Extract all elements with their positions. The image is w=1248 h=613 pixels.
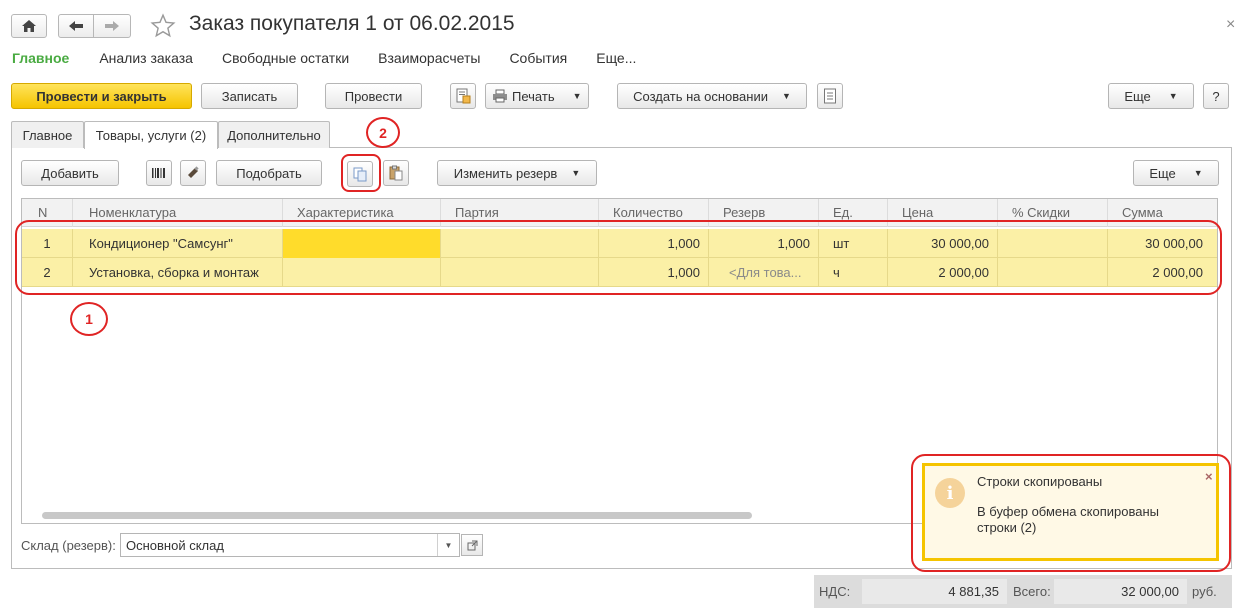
open-link-icon [467,540,477,550]
warehouse-label: Склад (резерв): [21,538,116,553]
vat-value: 4 881,35 [862,579,1007,604]
grid-more-label: Еще [1149,165,1176,181]
document-report-icon [456,88,471,104]
add-row-label: Добавить [41,165,99,181]
paste-rows-button[interactable] [383,160,409,186]
section-nav: Главное Анализ заказа Свободные остатки … [12,50,665,66]
tab-main-label: Главное [22,127,73,143]
document-structure-button[interactable] [817,83,843,109]
total-label: Всего: [1013,584,1051,599]
arrow-left-icon [69,21,83,31]
print-label: Печать [512,88,555,104]
tab-goods-services-label: Товары, услуги (2) [95,128,207,143]
grid-more-dropdown-icon: ▼ [1193,168,1203,178]
totals-bar: НДС: 4 881,35 Всего: 32 000,00 руб. [814,575,1232,608]
scanner-button[interactable] [180,160,206,186]
tab-additional-label: Дополнительно [227,127,321,143]
annotation-copy-outline [341,154,381,192]
annotation-marker-1: 1 [70,302,108,336]
barcode-icon [152,168,165,178]
home-button[interactable] [11,14,47,38]
section-main[interactable]: Главное [12,50,69,66]
tab-goods-services[interactable]: Товары, услуги (2) [84,121,218,149]
annotation-notification-outline [911,454,1231,572]
change-reserve-label: Изменить резерв [453,165,558,181]
change-reserve-button[interactable]: Изменить резерв ▼ [437,160,597,186]
help-button[interactable]: ? [1203,83,1229,109]
create-based-on-label: Создать на основании [633,88,768,104]
post-and-close-button[interactable]: Провести и закрыть [11,83,192,109]
tab-main[interactable]: Главное [11,121,84,148]
post-and-close-label: Провести и закрыть [36,88,167,104]
print-dropdown-icon: ▼ [572,91,582,101]
tab-additional[interactable]: Дополнительно [218,121,330,148]
document-report-button[interactable] [450,83,476,109]
section-free-stock[interactable]: Свободные остатки [222,50,349,66]
scanner-icon [188,166,199,178]
pick-items-button[interactable]: Подобрать [216,160,322,186]
create-based-on-button[interactable]: Создать на основании ▼ [617,83,807,109]
printer-icon [493,89,507,103]
post-button[interactable]: Провести [325,83,422,109]
barcode-button[interactable] [146,160,172,186]
horizontal-scrollbar[interactable] [42,512,752,519]
document-list-icon [824,88,836,104]
warehouse-field[interactable]: Основной склад ▼ [120,533,460,557]
forward-button[interactable] [93,14,131,38]
close-window-button[interactable]: × [1226,16,1235,34]
annotation-rows-outline [15,220,1222,295]
pick-items-label: Подобрать [236,165,302,181]
section-settlements[interactable]: Взаиморасчеты [378,50,480,66]
annotation-marker-2: 2 [366,117,400,148]
currency-label: руб. [1192,584,1217,599]
section-order-analysis[interactable]: Анализ заказа [99,50,193,66]
help-label: ? [1212,88,1220,104]
more-actions-button[interactable]: Еще ▼ [1108,83,1194,109]
print-button[interactable]: Печать ▼ [485,83,589,109]
warehouse-value: Основной склад [126,538,224,553]
change-reserve-dropdown-icon: ▼ [571,168,581,178]
post-label: Провести [344,88,403,104]
page-title: Заказ покупателя 1 от 06.02.2015 [189,12,515,35]
more-actions-dropdown-icon: ▼ [1168,91,1178,101]
save-label: Записать [221,88,278,104]
vat-label: НДС: [819,584,851,599]
favorite-star-icon[interactable] [150,13,176,42]
home-icon [22,20,36,32]
warehouse-dropdown-button[interactable]: ▼ [437,534,459,556]
section-events[interactable]: События [509,50,567,66]
paste-icon [389,165,403,181]
arrow-right-icon [105,21,119,31]
grid-more-button[interactable]: Еще ▼ [1133,160,1219,186]
warehouse-open-button[interactable] [461,534,483,556]
save-button[interactable]: Записать [201,83,298,109]
back-button[interactable] [58,14,94,38]
create-based-dropdown-icon: ▼ [781,91,791,101]
section-more[interactable]: Еще... [596,50,636,66]
more-actions-label: Еще [1124,88,1151,104]
add-row-button[interactable]: Добавить [21,160,119,186]
total-value: 32 000,00 [1054,579,1187,604]
